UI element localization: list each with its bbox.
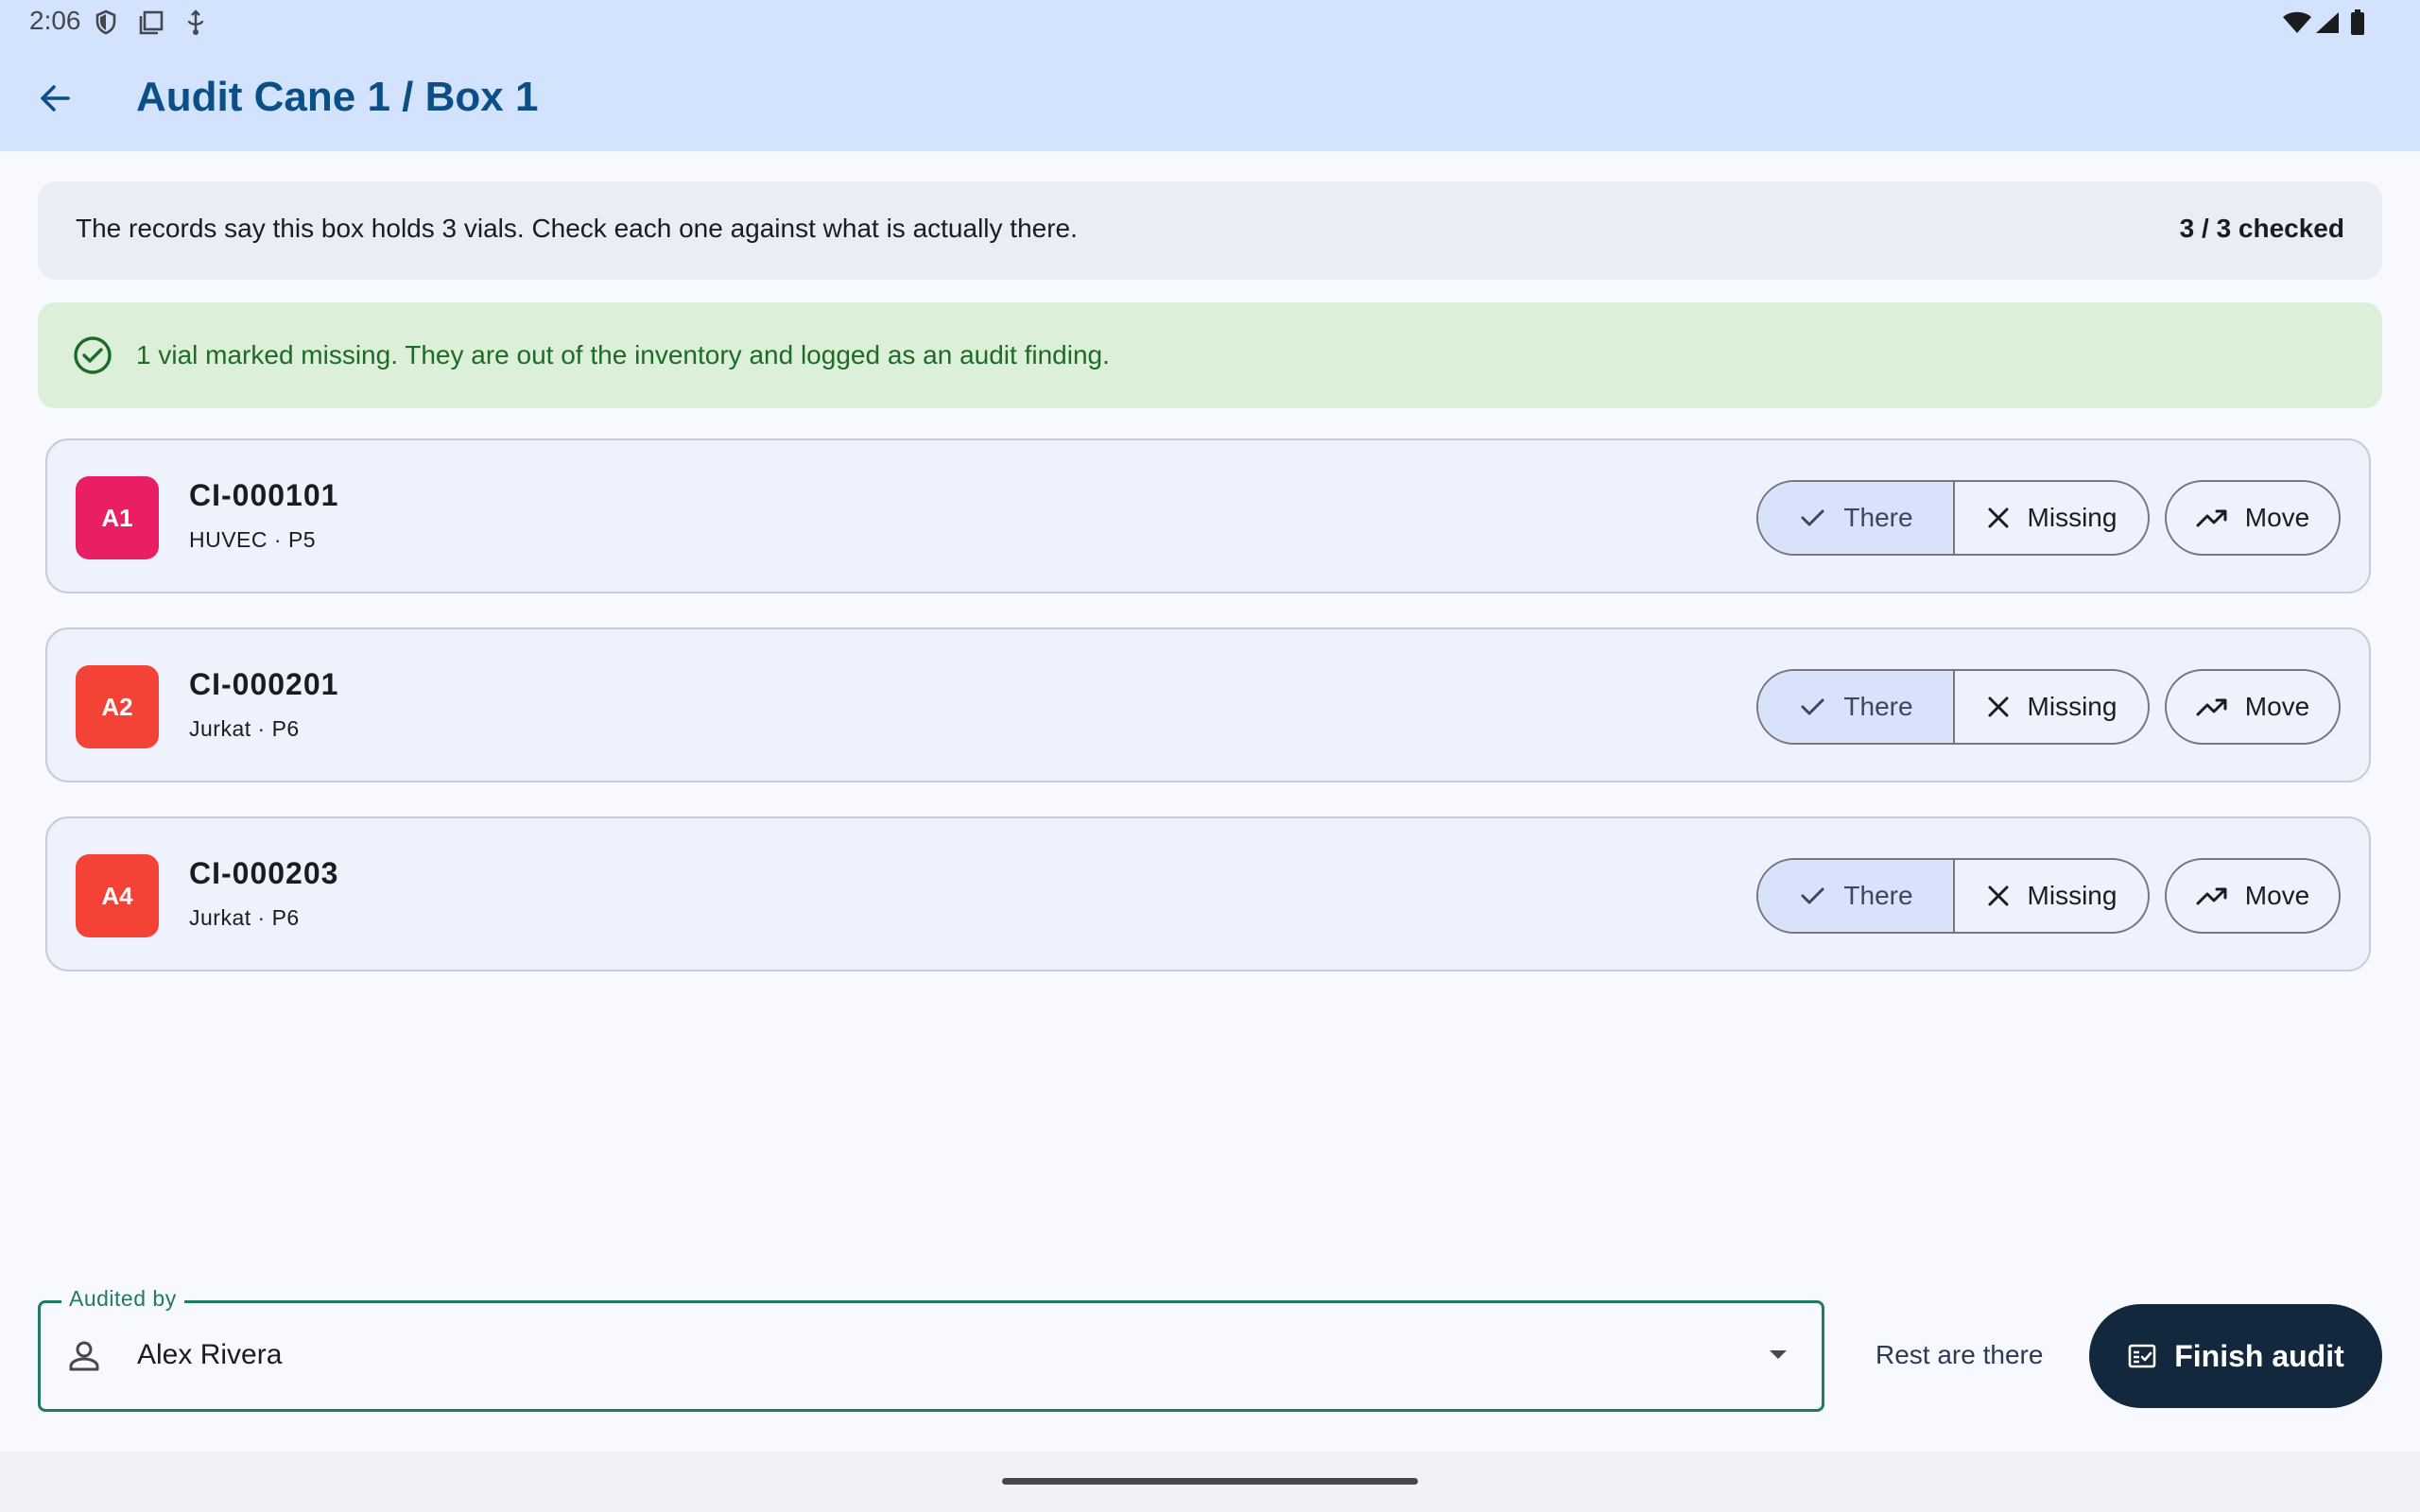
- info-text: The records say this box holds 3 vials. …: [76, 214, 1078, 243]
- checked-count: 3 / 3 checked: [2179, 214, 2344, 243]
- usb-debug-icon: [187, 9, 204, 35]
- presence-toggle: There Missing: [1756, 480, 2150, 556]
- vial-card: A4 CI-000203 Jurkat · P6 There Missing M…: [45, 816, 2371, 971]
- missing-button[interactable]: Missing: [1955, 671, 2148, 743]
- trending-up-icon: [2196, 509, 2227, 527]
- battery-icon: [2351, 9, 2364, 35]
- fact-check-icon: [2128, 1344, 2156, 1368]
- there-button[interactable]: There: [1758, 860, 1955, 932]
- vial-detail: HUVEC · P5: [189, 527, 317, 552]
- vial-detail: Jurkat · P6: [189, 905, 300, 930]
- missing-label: Missing: [2027, 881, 2118, 910]
- missing-label: Missing: [2027, 692, 2118, 721]
- missing-label: Missing: [2027, 503, 2118, 532]
- trending-up-icon: [2196, 698, 2227, 716]
- finish-audit-label: Finish audit: [2174, 1338, 2344, 1373]
- there-label: There: [1843, 503, 1913, 532]
- audited-by-dropdown[interactable]: Audited by Alex Rivera: [38, 1286, 1824, 1412]
- move-label: Move: [2244, 881, 2310, 910]
- position-badge: A1: [76, 476, 159, 559]
- wifi-icon: [2283, 11, 2311, 33]
- move-label: Move: [2244, 692, 2310, 721]
- vial-detail: Jurkat · P6: [189, 716, 300, 741]
- vial-id: CI-000203: [189, 856, 339, 890]
- status-time: 2:06: [29, 6, 81, 35]
- close-icon: [1988, 696, 2009, 717]
- there-button[interactable]: There: [1758, 671, 1955, 743]
- move-button[interactable]: Move: [2165, 858, 2341, 934]
- presence-toggle: There Missing: [1756, 858, 2150, 934]
- check-icon: [1801, 887, 1824, 904]
- home-indicator[interactable]: [1002, 1478, 1418, 1485]
- chevron-down-icon: [1770, 1350, 1787, 1359]
- info-banner: The records say this box holds 3 vials. …: [38, 181, 2382, 280]
- close-icon: [1988, 885, 2009, 906]
- missing-button[interactable]: Missing: [1955, 482, 2148, 554]
- rest-are-there-button[interactable]: Rest are there: [1858, 1332, 2060, 1378]
- shield-icon: [95, 9, 116, 35]
- check-circle-icon: [74, 336, 112, 374]
- audited-by-label: Audited by: [61, 1286, 184, 1312]
- move-label: Move: [2244, 503, 2310, 532]
- move-button[interactable]: Move: [2165, 480, 2341, 556]
- page-title: Audit Cane 1 / Box 1: [136, 74, 539, 120]
- there-label: There: [1843, 692, 1913, 721]
- vial-card: A2 CI-000201 Jurkat · P6 There Missing M…: [45, 627, 2371, 782]
- move-button[interactable]: Move: [2165, 669, 2341, 745]
- there-button[interactable]: There: [1758, 482, 1955, 554]
- vial-id: CI-000201: [189, 667, 339, 701]
- there-label: There: [1843, 881, 1913, 910]
- success-text: 1 vial marked missing. They are out of t…: [136, 340, 1110, 369]
- finish-audit-button[interactable]: Finish audit: [2089, 1304, 2382, 1408]
- check-icon: [1801, 509, 1824, 526]
- arrow-back-icon: [41, 85, 70, 112]
- vial-id: CI-000101: [189, 478, 339, 512]
- person-icon: [69, 1341, 99, 1371]
- success-banner: 1 vial marked missing. They are out of t…: [38, 302, 2382, 408]
- position-badge: A4: [76, 854, 159, 937]
- missing-button[interactable]: Missing: [1955, 860, 2148, 932]
- trending-up-icon: [2196, 887, 2227, 905]
- back-button[interactable]: [25, 68, 85, 129]
- vial-card: A1 CI-000101 HUVEC · P5 There Missing Mo…: [45, 438, 2371, 593]
- screenshot-icon: [139, 10, 164, 35]
- check-icon: [1801, 698, 1824, 715]
- app-bar: Audit Cane 1 / Box 1: [0, 45, 2420, 151]
- signal-icon: [2316, 12, 2339, 33]
- presence-toggle: There Missing: [1756, 669, 2150, 745]
- audited-by-value: Alex Rivera: [137, 1339, 283, 1370]
- status-bar: 2:06: [0, 0, 2420, 45]
- close-icon: [1988, 507, 2009, 528]
- position-badge: A2: [76, 665, 159, 748]
